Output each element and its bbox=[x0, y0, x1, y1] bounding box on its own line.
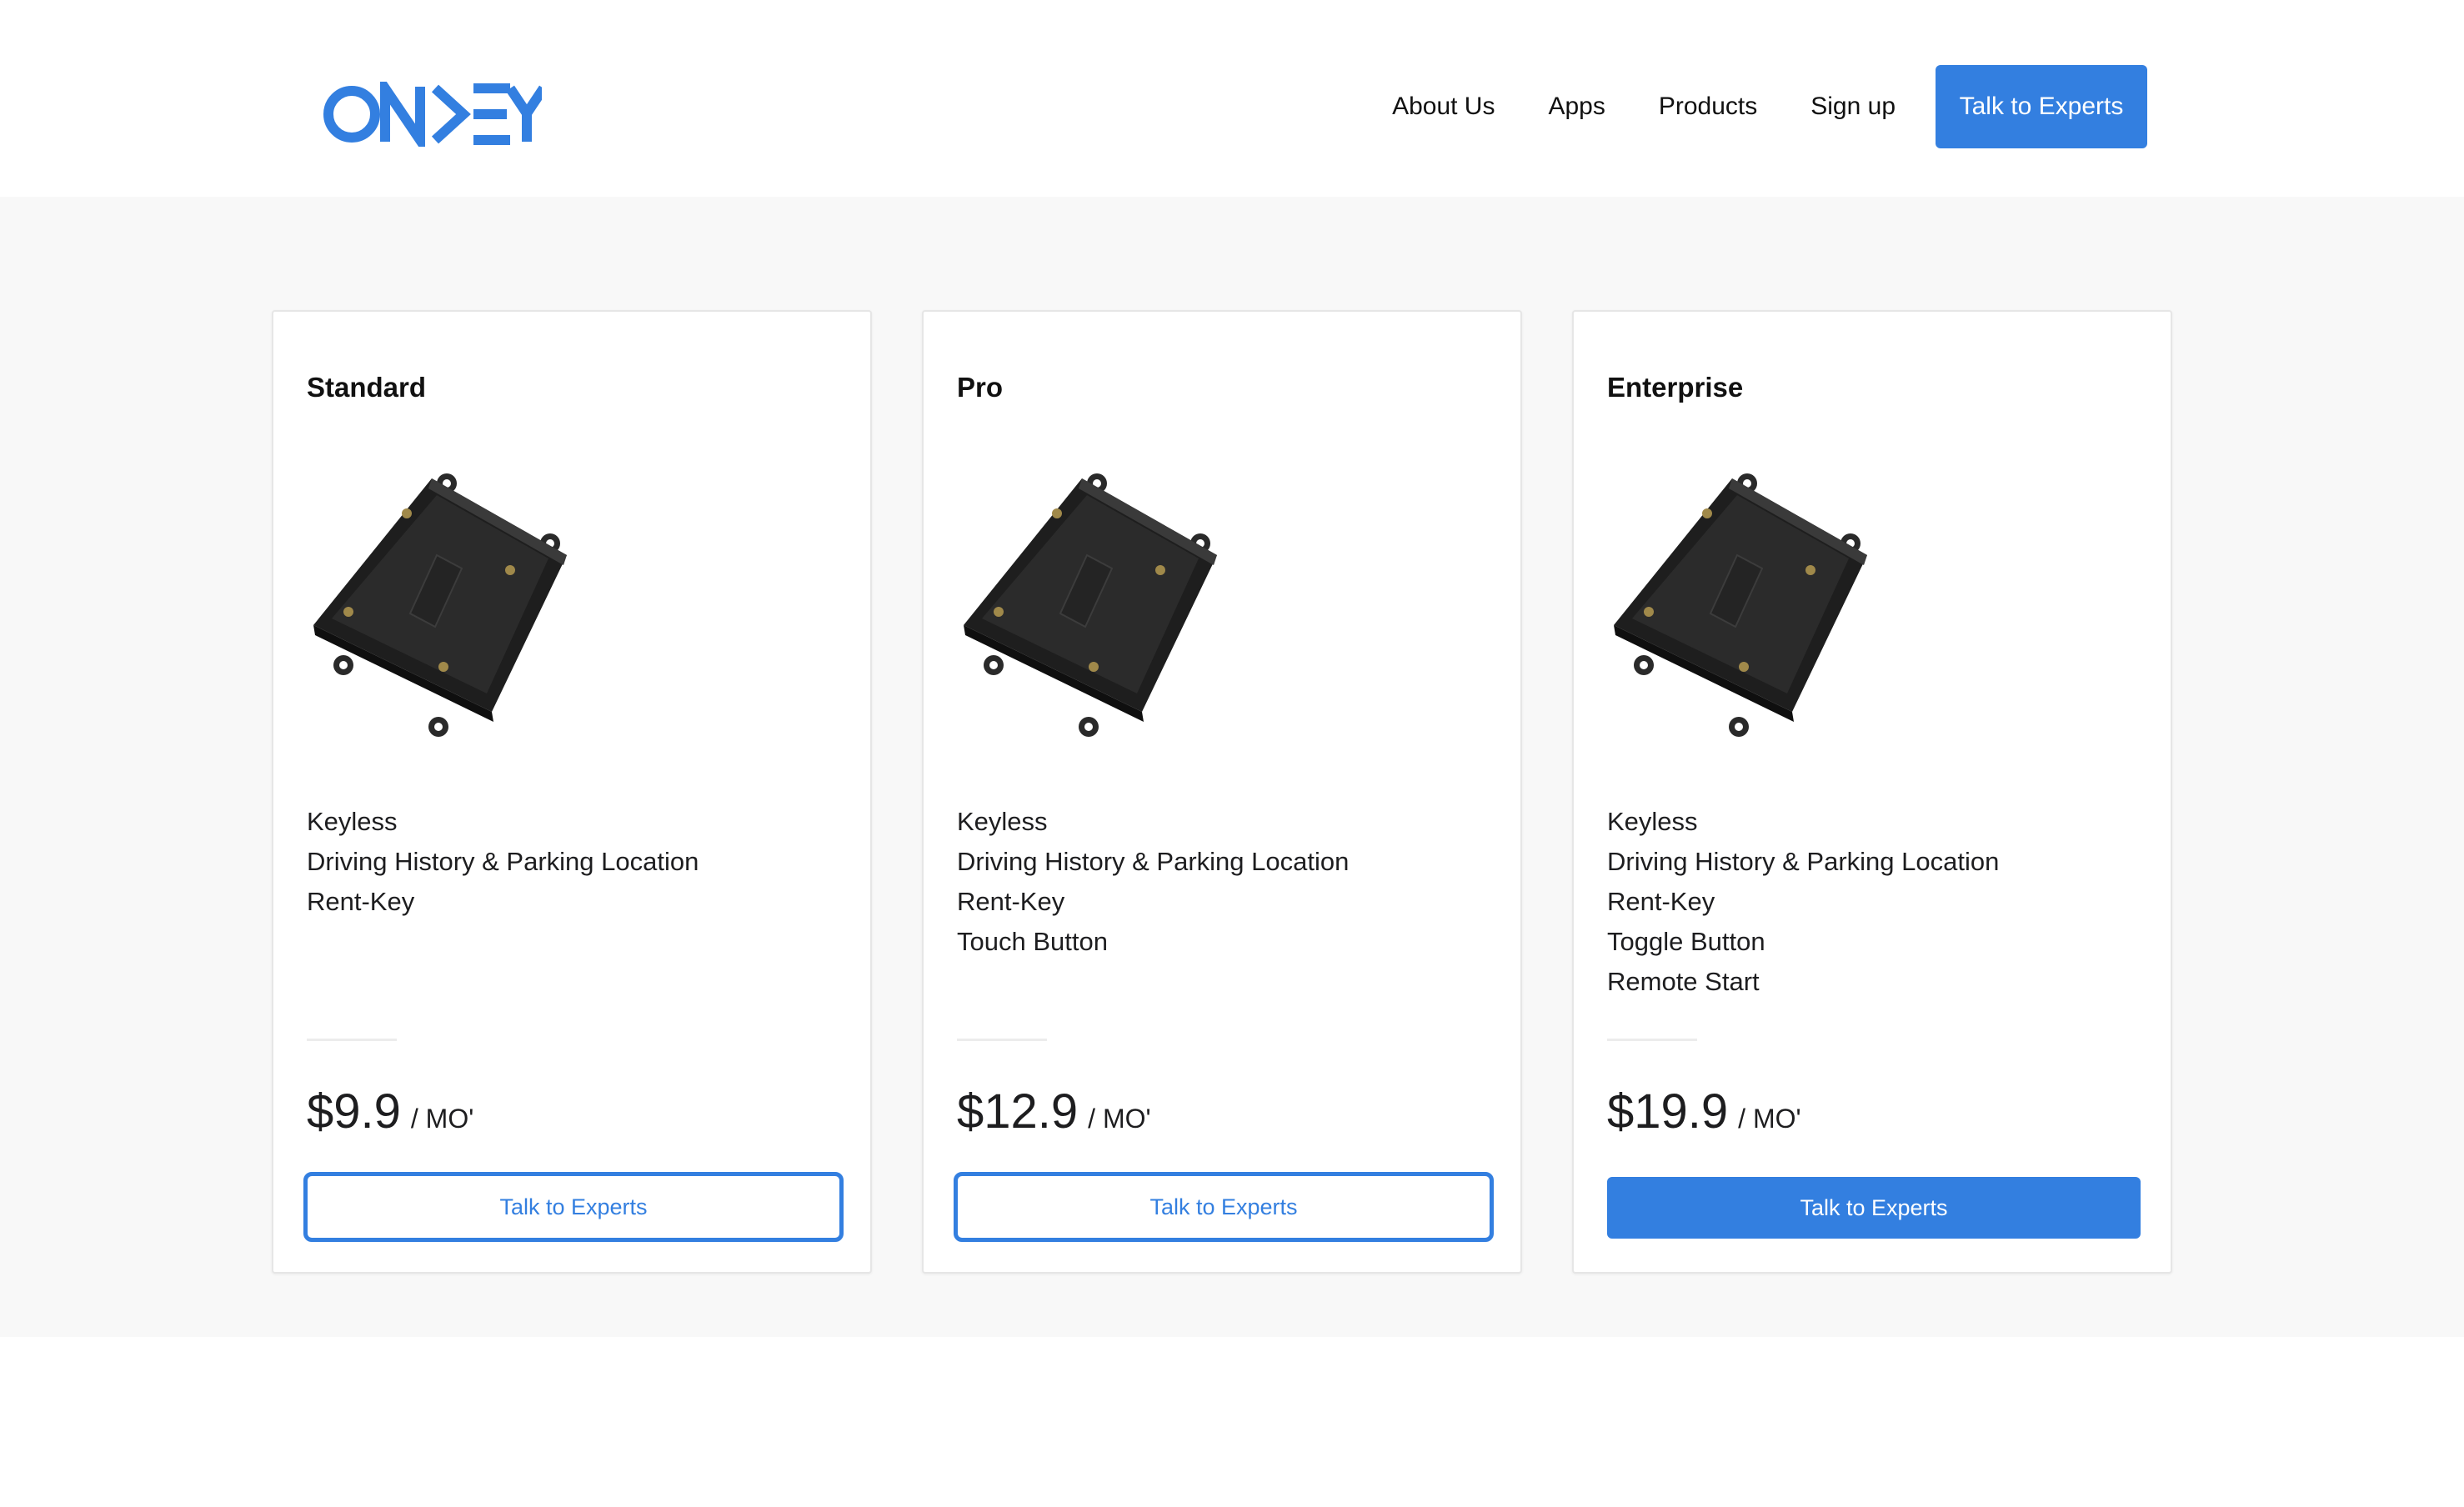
site-header: About Us Apps Products Sign up Talk to E… bbox=[0, 0, 2464, 197]
feature-item: Rent-Key bbox=[1607, 887, 1715, 916]
feature-item: Keyless bbox=[307, 807, 398, 836]
feature-item: Toggle Button bbox=[1607, 927, 1765, 956]
price-amount: $12.9 bbox=[957, 1084, 1079, 1139]
onkey-device-image bbox=[1613, 473, 1868, 737]
price: $9.9 / MO' bbox=[307, 1084, 473, 1139]
feature-item: Rent-Key bbox=[307, 887, 415, 916]
onkey-device-image bbox=[963, 473, 1218, 737]
price-amount: $19.9 bbox=[1607, 1084, 1729, 1139]
feature-list: Keyless Driving History & Parking Locati… bbox=[307, 802, 699, 922]
price: $19.9 / MO' bbox=[1607, 1084, 1801, 1139]
price-amount: $9.9 bbox=[307, 1084, 401, 1139]
feature-item: Touch Button bbox=[957, 927, 1108, 956]
price-period: / MO' bbox=[410, 1104, 474, 1134]
feature-item: Keyless bbox=[957, 807, 1048, 836]
nav-about-us[interactable]: About Us bbox=[1392, 93, 1495, 121]
feature-list: Keyless Driving History & Parking Locati… bbox=[957, 802, 1349, 962]
plan-name: Enterprise bbox=[1607, 372, 1744, 403]
divider bbox=[1607, 1039, 1697, 1041]
divider bbox=[957, 1039, 1047, 1041]
price: $12.9 / MO' bbox=[957, 1084, 1151, 1139]
feature-item: Driving History & Parking Location bbox=[307, 847, 699, 876]
plan-card-standard: Standard Keyless Driving History & Parki… bbox=[272, 310, 872, 1274]
nav-products[interactable]: Products bbox=[1659, 93, 1757, 121]
talk-to-experts-button-enterprise[interactable]: Talk to Experts bbox=[1607, 1177, 2141, 1239]
nav-sign-up[interactable]: Sign up bbox=[1810, 93, 1896, 121]
main-nav: About Us Apps Products Sign up Talk to E… bbox=[1392, 65, 2147, 148]
feature-item: Keyless bbox=[1607, 807, 1698, 836]
plan-name: Pro bbox=[957, 372, 1004, 403]
feature-item: Driving History & Parking Location bbox=[1607, 847, 2000, 876]
onkey-logo[interactable] bbox=[322, 82, 542, 147]
feature-item: Driving History & Parking Location bbox=[957, 847, 1350, 876]
price-period: / MO' bbox=[1088, 1104, 1151, 1134]
talk-to-experts-button-pro[interactable]: Talk to Experts bbox=[954, 1172, 1494, 1242]
plan-card-pro: Pro Keyless Driving History & Parking Lo… bbox=[922, 310, 1522, 1274]
talk-to-experts-button-standard[interactable]: Talk to Experts bbox=[303, 1172, 844, 1242]
price-period: / MO' bbox=[1738, 1104, 1801, 1134]
nav-apps[interactable]: Apps bbox=[1548, 93, 1605, 121]
talk-to-experts-button[interactable]: Talk to Experts bbox=[1936, 65, 2147, 148]
plan-name: Standard bbox=[307, 372, 427, 403]
feature-list: Keyless Driving History & Parking Locati… bbox=[1607, 802, 1999, 1002]
onkey-device-image bbox=[313, 473, 568, 737]
feature-item: Rent-Key bbox=[957, 887, 1065, 916]
divider bbox=[307, 1039, 397, 1041]
plan-card-enterprise: Enterprise Keyless Driving History & Par… bbox=[1572, 310, 2172, 1274]
feature-item: Remote Start bbox=[1607, 967, 1760, 996]
